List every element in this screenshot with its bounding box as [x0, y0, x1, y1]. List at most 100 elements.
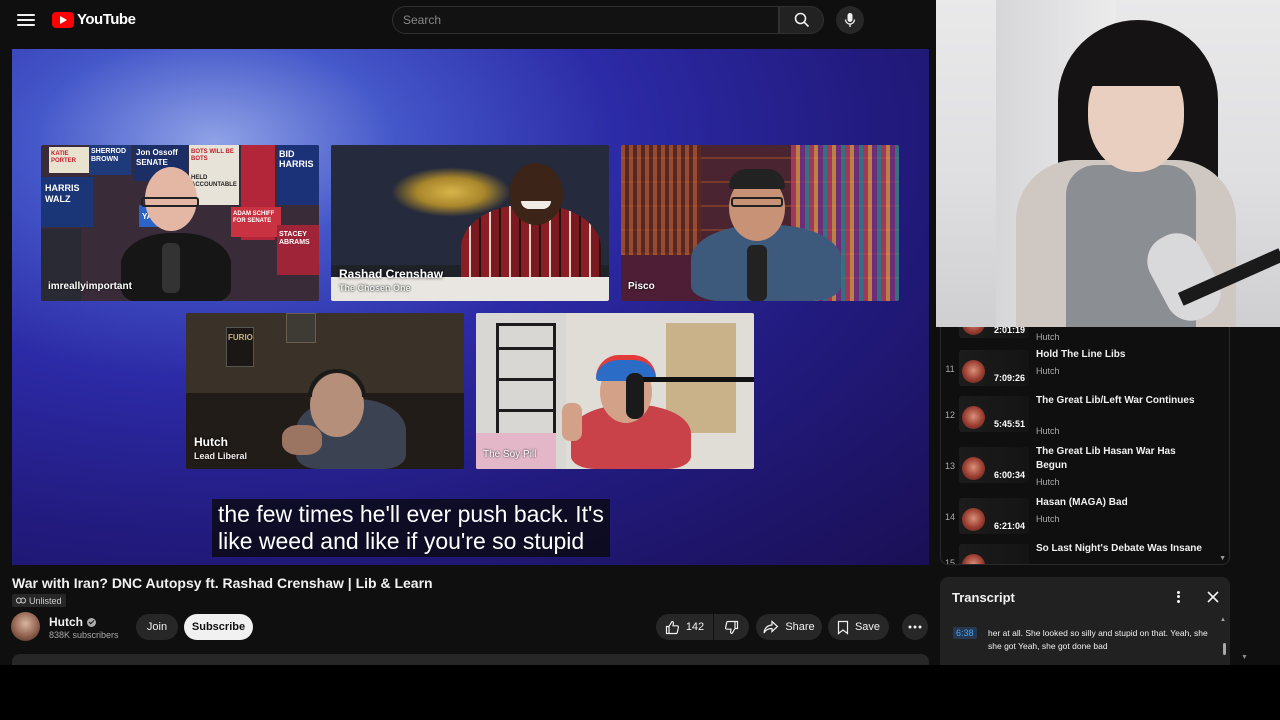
playlist-item-title: Hold The Line Libs — [1036, 349, 1126, 360]
dislike-button[interactable] — [714, 614, 749, 640]
more-horizontal-icon — [908, 625, 922, 629]
video-title: War with Iran? DNC Autopsy ft. Rashad Cr… — [12, 575, 433, 591]
poster-text: Jon Ossoff SENATE — [136, 148, 178, 167]
search-icon — [794, 12, 809, 28]
search-box[interactable] — [392, 6, 779, 34]
youtube-logo[interactable]: YouTube — [52, 11, 136, 28]
transcript-segment-text[interactable]: her at all. She looked so silly and stup… — [988, 627, 1213, 653]
participant-name: Pisco — [628, 281, 655, 292]
participant-name: The Soy Pill — [483, 449, 537, 460]
transcript-title: Transcript — [952, 590, 1015, 605]
thumbnail-face — [962, 508, 985, 531]
thumbnail-face — [962, 457, 985, 480]
poster-text: BID HARRIS — [279, 149, 314, 169]
subscribe-label: Subscribe — [191, 621, 246, 633]
playlist-thumbnail — [959, 544, 1029, 564]
save-label: Save — [854, 621, 881, 633]
join-button[interactable]: Join — [136, 614, 178, 640]
unlisted-badge: Unlisted — [12, 594, 66, 607]
voice-search-button[interactable] — [836, 6, 864, 34]
youtube-play-icon — [52, 11, 74, 28]
youtube-watch-page: YouTube KATIE PORTER SHERROD BROWN Jon O… — [0, 0, 1280, 665]
participant-tile: KATIE PORTER SHERROD BROWN Jon Ossoff SE… — [41, 145, 319, 301]
thumbnail-face — [962, 554, 985, 564]
playlist-thumbnail: 5:45:51 — [959, 396, 1029, 432]
playlist-item-channel: Hutch — [1036, 426, 1060, 436]
description-box[interactable] — [12, 654, 929, 665]
poster-text: SHERROD BROWN — [91, 148, 127, 163]
share-button[interactable]: Share — [756, 614, 822, 640]
more-vertical-icon[interactable] — [1171, 588, 1185, 606]
subscribe-button[interactable]: Subscribe — [184, 614, 253, 640]
unlisted-label: Unlisted — [29, 595, 62, 606]
playlist-index: 11 — [945, 364, 955, 374]
channel-avatar[interactable] — [11, 612, 40, 641]
playlist-item-channel: Hutch — [1036, 514, 1060, 524]
verified-icon — [87, 617, 96, 627]
participant-name: Rashad Crenshaw — [339, 267, 444, 281]
transcript-timestamp[interactable]: 6:38 — [953, 627, 977, 639]
close-icon[interactable] — [1204, 588, 1222, 606]
webcam-overlay — [936, 0, 1280, 327]
scroll-up-arrow-icon[interactable]: ▲ — [1220, 617, 1226, 623]
participant-name: Hutch — [194, 435, 228, 449]
link-icon — [16, 597, 26, 604]
playlist-thumbnail: 7:09:26 — [959, 350, 1029, 386]
bookmark-icon — [837, 620, 849, 635]
playlist-item[interactable]: 11 7:09:26 Hold The Line Libs Hutch — [941, 348, 1221, 398]
share-icon — [763, 620, 779, 634]
video-duration: 5:45:51 — [993, 419, 1025, 429]
caption-line: like weed and like if you're so stupid — [218, 528, 585, 554]
subscriber-count: 838K subscribers — [49, 630, 119, 640]
masthead: YouTube — [0, 0, 936, 40]
playlist-panel: 2:01:19 Hutch 11 7:09:26 Hold The Line L… — [940, 320, 1230, 565]
playlist-thumbnail: 6:00:34 — [959, 447, 1029, 483]
channel-name: Hutch — [49, 615, 83, 629]
channel-name-link[interactable]: Hutch — [49, 615, 96, 629]
playlist-item-title: The Great Lib Hasan War Has Begun — [1036, 446, 1176, 471]
closed-captions: the few times he'll ever push back. It's… — [212, 499, 610, 557]
more-actions-button[interactable] — [902, 614, 928, 640]
thumbnail-face — [962, 406, 985, 429]
playlist-item-channel: Hutch — [1036, 332, 1060, 342]
playlist-item[interactable]: 14 6:21:04 Hasan (MAGA) Bad Hutch — [941, 496, 1221, 546]
transcript-panel: Transcript 6:38 her at all. She looked s… — [940, 577, 1230, 665]
playlist-item-title: The Great Lib/Left War Continues — [1036, 395, 1195, 406]
poster-text: ADAM SCHIFF FOR SENATE — [233, 211, 275, 224]
like-button[interactable]: 142 — [656, 614, 713, 640]
poster-text: STACEY ABRAMS — [279, 231, 310, 246]
playlist-thumbnail: 6:21:04 — [959, 498, 1029, 534]
playlist-item-title: So Last Night's Debate Was Insane — [1036, 543, 1202, 554]
poster-text: BOTS WILL BE BOTS — [191, 149, 234, 162]
search-button[interactable] — [779, 6, 824, 34]
search-input[interactable] — [403, 13, 778, 27]
participant-tile: Pisco — [621, 145, 899, 301]
playlist-index: 13 — [944, 461, 955, 471]
participant-subtitle: The Chosen One — [339, 283, 411, 293]
like-count: 142 — [685, 621, 705, 633]
video-duration: 6:00:34 — [993, 470, 1025, 480]
transcript-scrollbar[interactable] — [1223, 643, 1226, 655]
playlist-item[interactable]: 12 5:45:51 The Great Lib/Left War Contin… — [941, 394, 1221, 444]
thumbnail-face — [962, 360, 985, 383]
microphone-icon — [844, 13, 856, 27]
save-button[interactable]: Save — [828, 614, 889, 640]
caption-line: the few times he'll ever push back. It's — [218, 501, 604, 527]
playlist-index: 14 — [944, 512, 955, 522]
share-label: Share — [785, 621, 815, 633]
participant-name: imreallyimportant — [48, 281, 132, 292]
video-player[interactable]: KATIE PORTER SHERROD BROWN Jon Ossoff SE… — [12, 49, 929, 565]
page-scroll-down-icon[interactable]: ▼ — [1241, 654, 1248, 661]
poster-text: HARRIS WALZ — [45, 183, 80, 204]
thumbs-down-icon — [724, 620, 739, 634]
playlist-index: 15 — [944, 558, 955, 565]
scroll-down-arrow-icon[interactable]: ▼ — [1219, 555, 1226, 562]
menu-icon[interactable] — [14, 10, 38, 30]
playlist-item[interactable]: 13 6:00:34 The Great Lib Hasan War Has B… — [941, 445, 1221, 495]
video-duration: 7:09:26 — [993, 373, 1025, 383]
participant-tile: Rashad Crenshaw The Chosen One — [331, 145, 609, 301]
video-duration: 6:21:04 — [993, 521, 1025, 531]
playlist-item-title: Hasan (MAGA) Bad — [1036, 497, 1128, 508]
playlist-item[interactable]: 15 So Last Night's Debate Was Insane — [941, 542, 1221, 565]
join-label: Join — [146, 621, 168, 633]
